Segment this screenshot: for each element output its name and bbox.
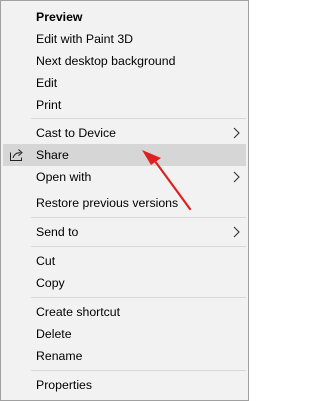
menu-item-open-with[interactable]: Open with	[3, 166, 246, 188]
menu-separator	[31, 297, 246, 298]
menu-item-preview[interactable]: Preview	[3, 6, 246, 28]
menu-item-label: Edit with Paint 3D	[36, 32, 134, 46]
menu-item-label: Open with	[36, 170, 92, 184]
chevron-right-icon	[233, 171, 240, 183]
menu-item-edit[interactable]: Edit	[3, 72, 246, 94]
menu-item-share[interactable]: Share	[3, 144, 246, 166]
menu-item-restore-previous-versions[interactable]: Restore previous versions	[3, 192, 246, 214]
share-icon	[10, 149, 23, 161]
menu-item-properties[interactable]: Properties	[3, 374, 246, 396]
menu-item-cut[interactable]: Cut	[3, 250, 246, 272]
menu-item-create-shortcut[interactable]: Create shortcut	[3, 301, 246, 323]
menu-item-label: Create shortcut	[36, 305, 121, 319]
menu-item-label: Delete	[36, 327, 72, 341]
menu-item-label: Edit	[36, 76, 58, 90]
menu-separator	[31, 217, 246, 218]
chevron-right-icon	[233, 226, 240, 238]
menu-item-print[interactable]: Print	[3, 94, 246, 116]
menu-item-label: Preview	[36, 10, 83, 24]
context-menu: Preview Edit with Paint 3D Next desktop …	[0, 0, 249, 401]
menu-item-cast-to-device[interactable]: Cast to Device	[3, 122, 246, 144]
menu-item-label: Next desktop background	[36, 54, 176, 68]
menu-item-label: Cast to Device	[36, 126, 116, 140]
menu-item-label: Rename	[36, 349, 83, 363]
menu-item-label: Send to	[36, 225, 79, 239]
menu-separator	[31, 246, 246, 247]
menu-item-next-desktop-background[interactable]: Next desktop background	[3, 50, 246, 72]
menu-item-copy[interactable]: Copy	[3, 272, 246, 294]
menu-item-delete[interactable]: Delete	[3, 323, 246, 345]
menu-item-label: Copy	[36, 276, 65, 290]
menu-item-label: Restore previous versions	[36, 196, 179, 210]
menu-item-edit-with-paint-3d[interactable]: Edit with Paint 3D	[3, 28, 246, 50]
menu-item-label: Share	[36, 148, 69, 162]
menu-item-label: Properties	[36, 378, 93, 392]
menu-separator	[31, 370, 246, 371]
menu-item-label: Cut	[36, 254, 56, 268]
menu-item-rename[interactable]: Rename	[3, 345, 246, 367]
menu-item-send-to[interactable]: Send to	[3, 221, 246, 243]
menu-item-label: Print	[36, 98, 62, 112]
chevron-right-icon	[233, 127, 240, 139]
menu-separator	[31, 118, 246, 119]
